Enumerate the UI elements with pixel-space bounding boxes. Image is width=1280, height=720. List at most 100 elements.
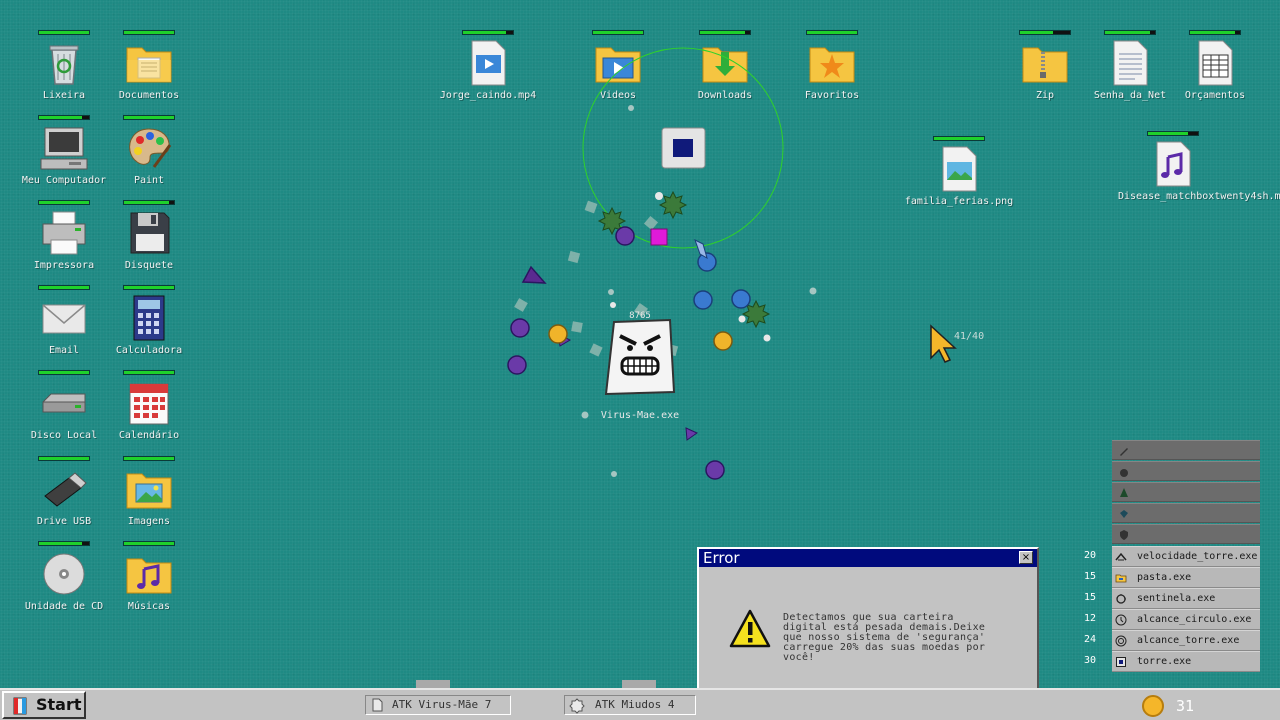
icon-health-bar (123, 456, 175, 461)
hard-drive-icon (42, 393, 86, 413)
text-file-icon (1113, 40, 1148, 86)
shield-icon (1120, 530, 1128, 540)
desktop-icon-musicas[interactable]: Músicas (94, 541, 204, 612)
upgrade-torre[interactable]: 30 torre.exe (1080, 651, 1260, 672)
task-atk-virus-mae[interactable]: ATK Virus-Mãe 7 (365, 695, 511, 715)
bomb-icon (1120, 469, 1128, 477)
boss-virus-mae[interactable] (604, 318, 676, 396)
recycle-bin-icon (49, 45, 79, 85)
cd-drive-icon (43, 553, 85, 595)
icon-health-bar (38, 200, 90, 205)
desktop-icon-downloads[interactable]: Downloads (670, 30, 780, 101)
coin-icon (1142, 695, 1164, 717)
icon-health-bar (123, 115, 175, 120)
desktop-icon-favoritos[interactable]: Favoritos (777, 30, 887, 101)
task-tab-indicator (622, 680, 656, 688)
icon-health-bar (38, 115, 90, 120)
start-logo-icon (13, 697, 27, 715)
desktop-icon-disease-mp3[interactable]: Disease_matchboxtwenty4sh.mp3 (1118, 131, 1280, 202)
upgrade-cost: 15 (1084, 592, 1097, 603)
speed-icon (1115, 552, 1127, 561)
upgrade-sentinela[interactable]: 15 sentinela.exe (1080, 588, 1260, 609)
task-atk-miudos[interactable]: ATK Miudos 4 (564, 695, 696, 715)
projectiles (610, 192, 771, 342)
icon-health-bar (462, 30, 514, 35)
tree-icon (1120, 488, 1128, 497)
documents-folder-icon (126, 47, 172, 83)
boss-name-label: Virus-Mae.exe (601, 410, 679, 421)
desktop-icon-paint[interactable]: Paint (94, 115, 204, 186)
locked-slot-4[interactable] (1112, 503, 1260, 523)
desktop-icon-documentos[interactable]: Documentos (94, 30, 204, 101)
desktop-icon-familia-ferias[interactable]: familia_ferias.png (904, 136, 1014, 207)
calendar-icon (129, 383, 169, 425)
icon-health-bar (806, 30, 858, 35)
icon-health-bar (1189, 30, 1241, 35)
icon-health-bar (123, 370, 175, 375)
error-dialog-title: Error (703, 549, 740, 567)
tower-range-icon (1115, 635, 1127, 647)
icon-health-bar (38, 456, 90, 461)
upgrade-cost: 15 (1084, 571, 1097, 582)
spreadsheet-file-icon (1198, 40, 1233, 86)
usb-drive-icon (44, 472, 87, 507)
zip-folder-icon (1022, 47, 1068, 83)
icon-health-bar (123, 200, 175, 205)
locked-slot-1[interactable] (1112, 440, 1260, 460)
audio-file-icon (1156, 141, 1191, 187)
music-folder-icon (126, 558, 172, 594)
tower[interactable] (661, 127, 706, 169)
gem-icon (1120, 510, 1128, 518)
desktop-icon-jorge-caindo[interactable]: Jorge_caindo.mp4 (433, 30, 543, 101)
boss-hp-text: 8765 (629, 311, 651, 321)
mouse-cursor-icon (930, 324, 957, 363)
icon-health-bar (123, 541, 175, 546)
tower-icon (1116, 657, 1126, 667)
gear-icon (569, 698, 585, 714)
locked-slot-3[interactable] (1112, 482, 1260, 502)
locked-slot-2[interactable] (1112, 461, 1260, 481)
upgrade-cost: 24 (1084, 634, 1097, 645)
printer-icon (42, 211, 86, 255)
upgrade-velocidade-torre[interactable]: 20 velocidade_torre.exe (1080, 546, 1260, 567)
icon-health-bar (592, 30, 644, 35)
error-dialog-message: Detectamos que sua carteira digital está… (783, 612, 986, 663)
task-tab-indicator (416, 680, 450, 688)
warning-icon (729, 609, 771, 648)
desktop-icon-imagens[interactable]: Imagens (94, 456, 204, 527)
desktop-icon-calculadora[interactable]: Calculadora (94, 285, 204, 356)
icon-health-bar (123, 285, 175, 290)
upgrade-pasta[interactable]: 15 pasta.exe (1080, 567, 1260, 588)
start-label: Start (36, 695, 82, 714)
desktop-icon-calendario[interactable]: Calendário (94, 370, 204, 441)
taskbar: Start ATK Virus-Mãe 7 ATK Miudos 4 31 (0, 680, 1280, 720)
paint-palette-icon (129, 128, 172, 168)
locked-slot-5[interactable] (1112, 524, 1260, 544)
icon-health-bar (933, 136, 985, 141)
icon-health-bar (1019, 30, 1071, 35)
pencil-icon (1120, 448, 1128, 456)
desktop-icon-disquete[interactable]: Disquete (94, 200, 204, 271)
error-dialog-titlebar[interactable]: Error × (699, 549, 1037, 567)
blue-enemies (693, 238, 751, 310)
error-dialog-close-button[interactable]: × (1019, 551, 1033, 564)
desktop-icon-videos[interactable]: Videos (563, 30, 673, 101)
videos-folder-icon (595, 47, 641, 83)
upgrade-alcance-torre[interactable]: 24 alcance_torre.exe (1080, 630, 1260, 651)
sentinel-icon (1116, 594, 1126, 604)
upgrade-alcance-circulo[interactable]: 12 alcance_circulo.exe (1080, 609, 1260, 630)
icon-health-bar (38, 30, 90, 35)
computer-icon (40, 127, 88, 170)
icon-health-bar (123, 30, 175, 35)
icon-health-bar (699, 30, 751, 35)
circle-range-icon (1115, 614, 1127, 626)
coin-count: 31 (1176, 697, 1195, 715)
upgrade-cost: 12 (1084, 613, 1097, 624)
folder-icon (1115, 574, 1127, 583)
upgrade-cost: 20 (1084, 550, 1097, 561)
video-file-icon (471, 40, 506, 86)
magenta-enemy (650, 228, 668, 246)
start-button[interactable]: Start (2, 691, 86, 719)
desktop-icon-orcamentos[interactable]: Orçamentos (1160, 30, 1270, 101)
email-envelope-icon (42, 304, 86, 334)
